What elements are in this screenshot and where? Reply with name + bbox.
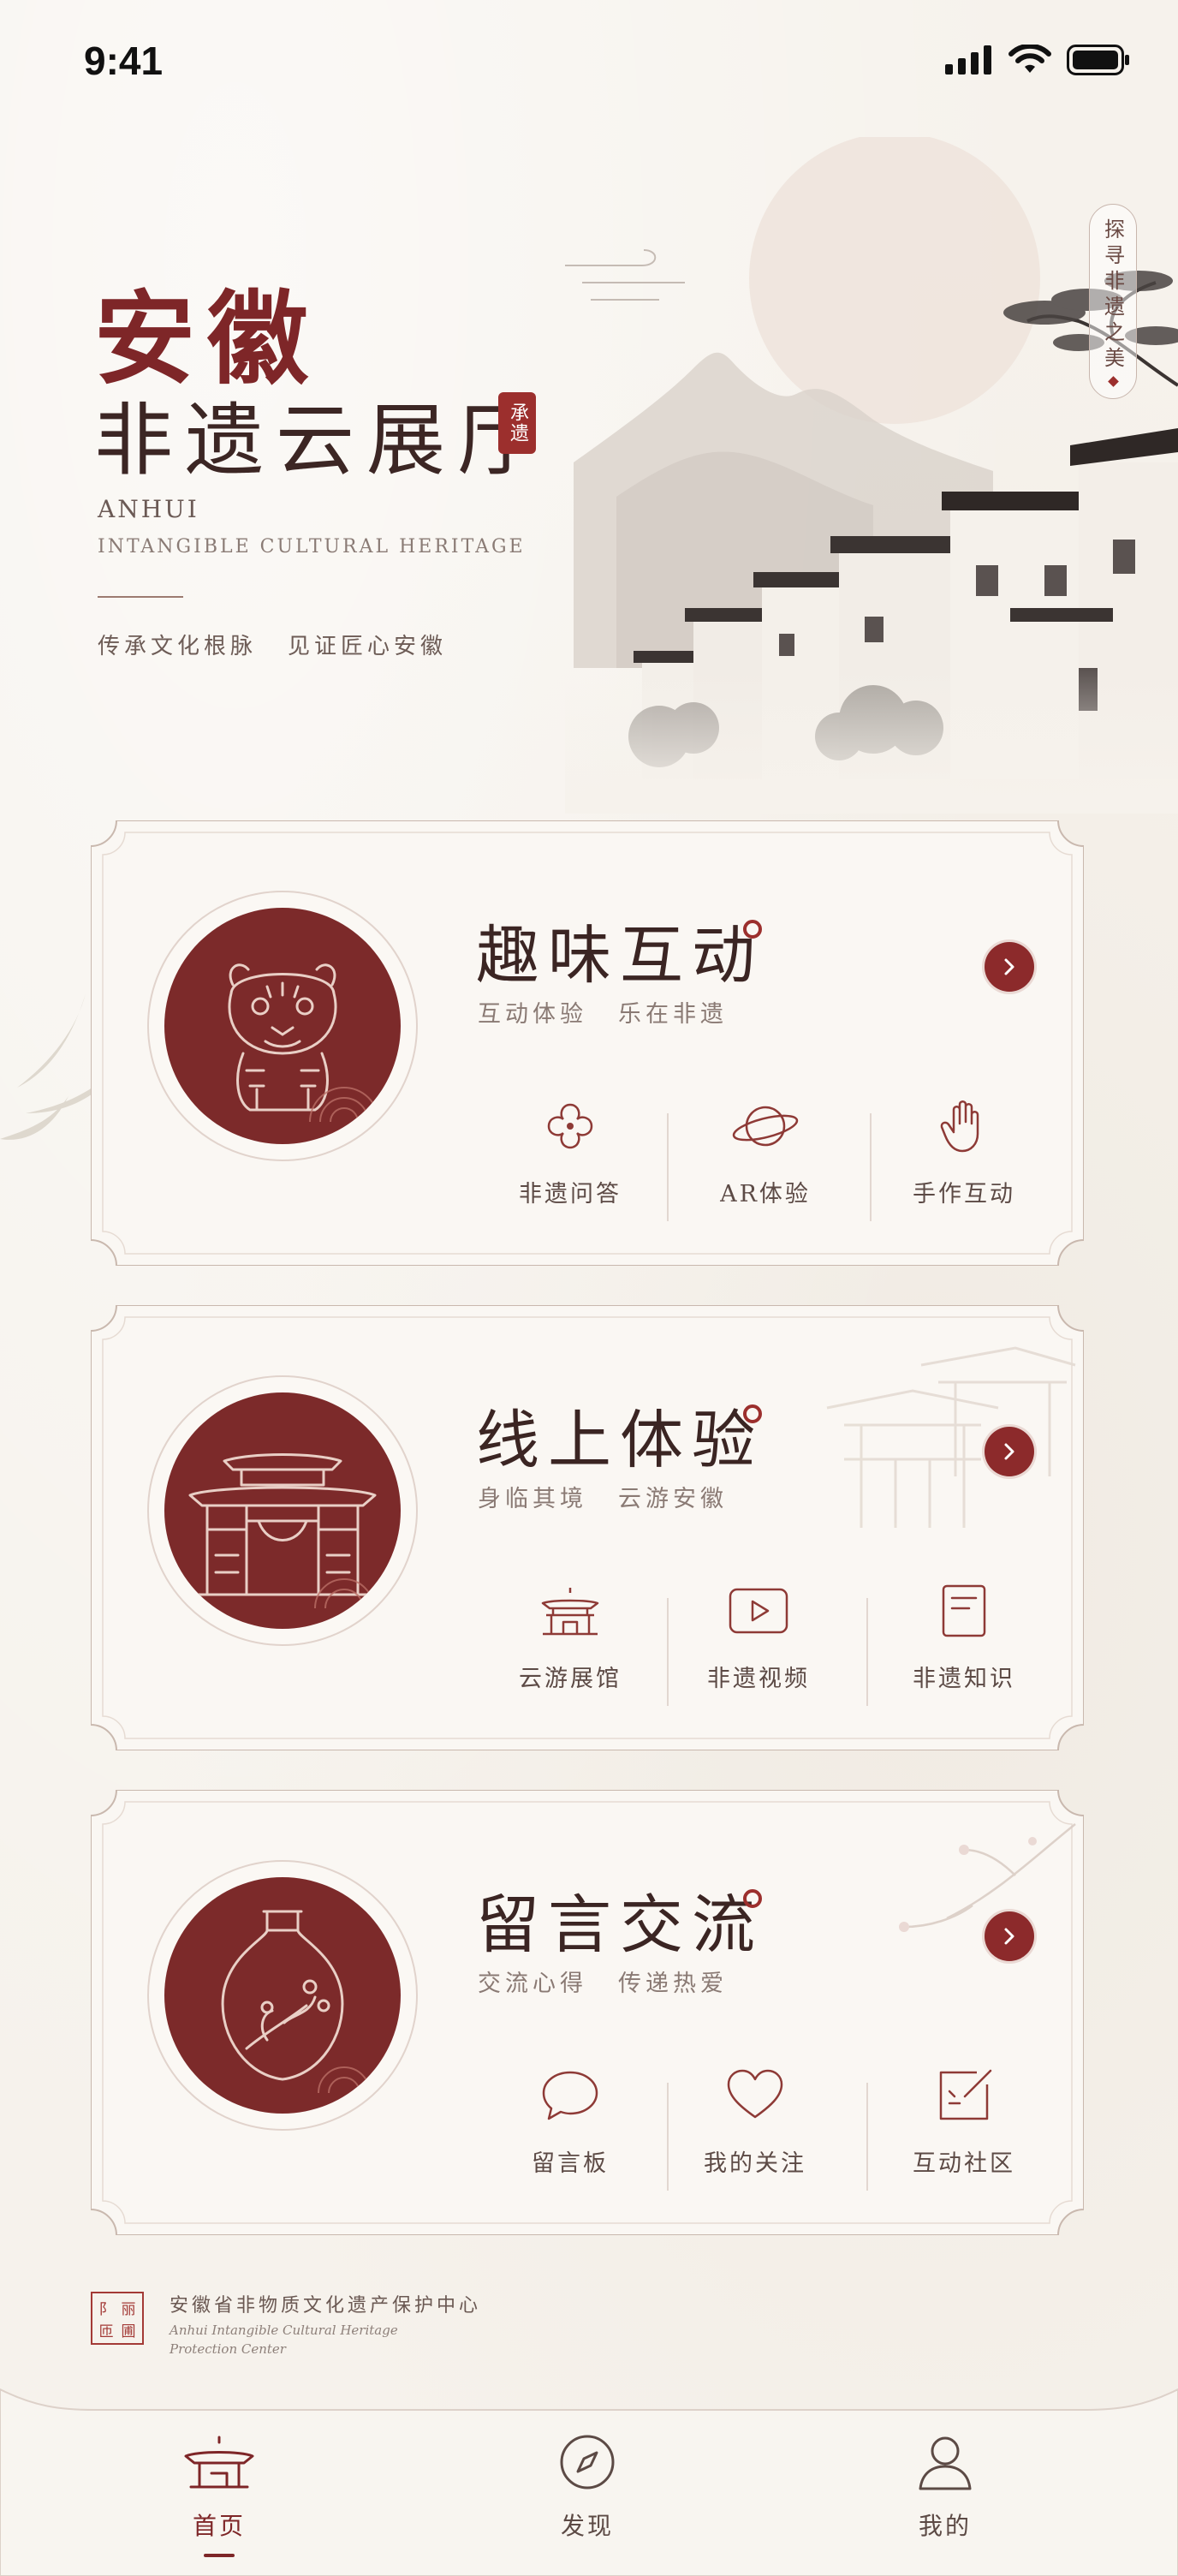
planet-icon	[732, 1106, 799, 1147]
hero-english-subtitle: INTANGIBLE CULTURAL HERITAGE	[98, 536, 526, 558]
function-virtual-museum[interactable]: 云游展馆	[485, 1581, 656, 1709]
divider	[667, 2083, 669, 2191]
chevron-right-icon	[1004, 1443, 1014, 1460]
card-subtitle: 身临其境 云游安徽	[478, 1480, 759, 1513]
card-fun-interaction[interactable]: 趣味互动 互动体验 乐在非遗 非遗问答 AR体验 手作互动	[91, 820, 1084, 1266]
tab-label: 我的	[918, 2512, 972, 2540]
heart-icon	[727, 2069, 783, 2119]
hero-divider	[98, 596, 183, 598]
tab-label: 首页	[192, 2512, 246, 2540]
function-community[interactable]: 互动社区	[878, 2066, 1050, 2194]
chevron-right-icon	[1004, 1928, 1014, 1945]
subtitle-part-1: 身临其境	[478, 1486, 587, 1512]
user-icon	[919, 2436, 972, 2490]
tab-home[interactable]: 首页	[134, 2432, 305, 2557]
function-message-board[interactable]: 留言板	[485, 2066, 656, 2194]
organization-name: 安徽省非物质文化遗产保护中心	[170, 2295, 482, 2317]
function-label: AR体验	[720, 1181, 811, 1208]
divider	[866, 1598, 868, 1706]
divider	[667, 1113, 669, 1221]
tab-label: 发现	[560, 2512, 614, 2540]
book-icon	[942, 1584, 986, 1637]
card-title: 趣味互动	[476, 919, 764, 993]
edit-icon	[939, 2069, 992, 2120]
function-row: 留言板 我的关注 互动社区	[485, 2066, 1032, 2194]
bottom-tab-bar: 首页 发现 我的	[0, 2381, 1178, 2576]
card-online-experience[interactable]: 线上体验 身临其境 云游安徽 云游展馆 非遗视频 非遗知识	[91, 1305, 1084, 1750]
function-video[interactable]: 非遗视频	[673, 1581, 844, 1709]
organization-english-line2: Protection Center	[170, 2341, 286, 2357]
function-label: 手作互动	[913, 1181, 1015, 1208]
function-label: 互动社区	[913, 2150, 1015, 2177]
subtitle-part-1: 互动体验	[478, 1001, 587, 1028]
hero-banner: 安徽 非遗云展厅 承遗 ANHUI INTANGIBLE CULTURAL HE…	[0, 128, 1178, 814]
card-subtitle: 互动体验 乐在非遗	[478, 995, 759, 1029]
card-subtitle: 交流心得 传递热爱	[478, 1965, 759, 1998]
subtitle-part-2: 乐在非遗	[618, 1001, 728, 1028]
card-enter-button[interactable]	[985, 1911, 1034, 1961]
function-label: 云游展馆	[519, 1666, 622, 1692]
divider	[870, 1113, 872, 1221]
slogan-part-1: 传承文化根脉	[98, 634, 258, 659]
diamond-icon	[1107, 376, 1119, 387]
home-pavilion-icon	[184, 2436, 254, 2489]
card-title: 线上体验	[476, 1404, 764, 1477]
function-my-following[interactable]: 我的关注	[669, 2066, 841, 2194]
subtitle-part-1: 交流心得	[478, 1971, 587, 1997]
medal-fun-interaction	[147, 891, 418, 1161]
card-enter-button[interactable]	[985, 1427, 1034, 1476]
archway-icon	[188, 1453, 377, 1609]
divider	[667, 1598, 669, 1706]
function-handcraft[interactable]: 手作互动	[878, 1096, 1050, 1225]
wifi-icon	[1008, 45, 1051, 73]
function-label: 非遗问答	[519, 1181, 622, 1208]
title-dot-icon	[743, 1404, 762, 1423]
pavilion-icon	[541, 1588, 599, 1636]
function-label: 我的关注	[704, 2150, 806, 2177]
vase-icon	[221, 1910, 371, 2094]
hero-slogan: 传承文化根脉 见证匠心安徽	[98, 629, 478, 660]
medal-message-exchange	[147, 1860, 418, 2131]
compass-icon	[560, 2435, 615, 2490]
vertical-tag-text: 探寻非遗之美	[1100, 218, 1125, 373]
status-bar: 9:41	[0, 0, 1178, 128]
red-seal-stamp: 承遗	[498, 392, 536, 454]
card-title: 留言交流	[476, 1888, 764, 1962]
video-icon	[729, 1588, 788, 1634]
hero-english-title: ANHUI	[98, 495, 199, 523]
clover-icon	[547, 1103, 593, 1149]
cellular-signal-icon	[945, 45, 991, 75]
function-row: 云游展馆 非遗视频 非遗知识	[485, 1581, 1032, 1709]
function-quiz[interactable]: 非遗问答	[485, 1096, 656, 1225]
tab-profile[interactable]: 我的	[860, 2432, 1031, 2542]
card-message-exchange[interactable]: 留言交流 交流心得 传递热爱 留言板 我的关注 互动社区	[91, 1790, 1084, 2235]
ink-landscape-illustration	[565, 137, 1178, 814]
subtitle-part-2: 云游安徽	[618, 1486, 728, 1512]
explore-vertical-tag[interactable]: 探寻非遗之美	[1089, 204, 1137, 399]
hand-icon	[940, 1100, 979, 1153]
function-label: 非遗视频	[707, 1666, 810, 1692]
function-ar[interactable]: AR体验	[680, 1096, 851, 1225]
chat-bubble-icon	[542, 2071, 598, 2120]
function-knowledge[interactable]: 非遗知识	[878, 1581, 1050, 1709]
title-dot-icon	[743, 1889, 762, 1908]
slogan-part-2: 见证匠心安徽	[288, 634, 448, 659]
tiger-icon	[228, 963, 379, 1123]
active-tab-indicator	[204, 2554, 235, 2557]
function-row: 非遗问答 AR体验 手作互动	[485, 1096, 1032, 1225]
organization-seal-logo: 阝丽匝圃	[91, 2292, 144, 2345]
title-dot-icon	[743, 920, 762, 939]
subtitle-part-2: 传递热爱	[618, 1971, 728, 1997]
function-label: 非遗知识	[913, 1666, 1015, 1692]
chevron-right-icon	[1004, 958, 1014, 975]
medal-online-experience	[147, 1375, 418, 1646]
divider	[866, 2083, 868, 2191]
organization-english-line1: Anhui Intangible Cultural Heritage	[170, 2323, 398, 2338]
card-enter-button[interactable]	[985, 942, 1034, 992]
status-time: 9:41	[84, 39, 164, 83]
hero-title-line2: 非遗云展厅	[94, 395, 549, 486]
battery-icon	[1067, 45, 1129, 75]
tab-discover[interactable]: 发现	[502, 2432, 673, 2542]
function-label: 留言板	[532, 2150, 609, 2177]
